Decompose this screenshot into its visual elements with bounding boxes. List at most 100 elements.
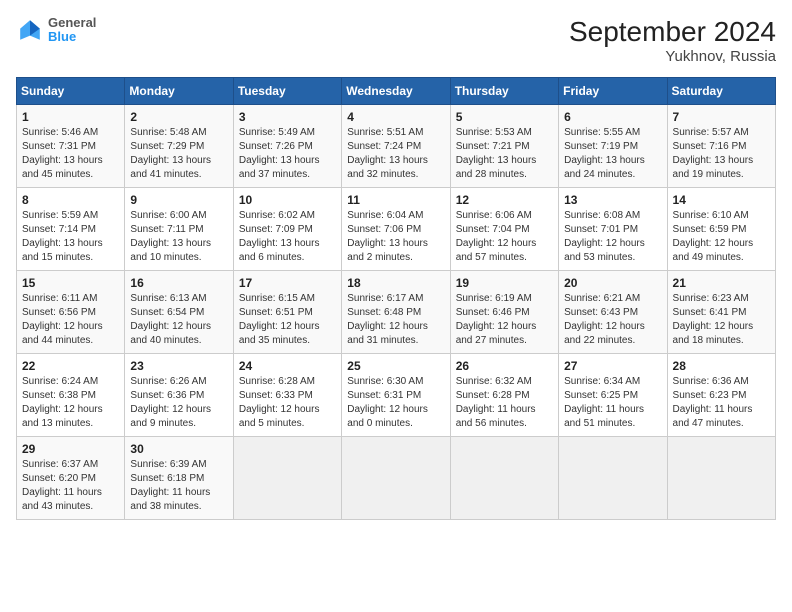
calendar-cell: 20Sunrise: 6:21 AMSunset: 6:43 PMDayligh… [559, 271, 667, 354]
header-cell-friday: Friday [559, 78, 667, 105]
day-number: 22 [22, 359, 119, 373]
day-info: Sunrise: 6:26 AMSunset: 6:36 PMDaylight:… [130, 375, 227, 431]
day-info: Sunrise: 5:57 AMSunset: 7:16 PMDaylight:… [673, 126, 770, 182]
day-number: 9 [130, 193, 227, 207]
day-number: 14 [673, 193, 770, 207]
page-subtitle: Yukhnov, Russia [569, 48, 776, 65]
day-number: 13 [564, 193, 661, 207]
day-number: 19 [456, 276, 553, 290]
day-info: Sunrise: 6:32 AMSunset: 6:28 PMDaylight:… [456, 375, 553, 431]
day-number: 18 [347, 276, 444, 290]
day-info: Sunrise: 6:19 AMSunset: 6:46 PMDaylight:… [456, 292, 553, 348]
calendar-cell: 29Sunrise: 6:37 AMSunset: 6:20 PMDayligh… [17, 437, 125, 520]
day-info: Sunrise: 6:08 AMSunset: 7:01 PMDaylight:… [564, 209, 661, 265]
day-info: Sunrise: 6:17 AMSunset: 6:48 PMDaylight:… [347, 292, 444, 348]
day-info: Sunrise: 5:53 AMSunset: 7:21 PMDaylight:… [456, 126, 553, 182]
calendar-cell: 11 Sunrise: 6:04 AMSunset: 7:06 PMDayligh… [342, 188, 450, 271]
calendar-cell: 7 Sunrise: 5:57 AMSunset: 7:16 PMDaylight… [667, 105, 775, 188]
calendar-cell: 12 Sunrise: 6:06 AMSunset: 7:04 PMDayligh… [450, 188, 558, 271]
day-info: Sunrise: 5:49 AMSunset: 7:26 PMDaylight:… [239, 126, 336, 182]
day-number: 12 [456, 193, 553, 207]
title-block: September 2024 Yukhnov, Russia [569, 16, 776, 65]
day-number: 17 [239, 276, 336, 290]
day-info: Sunrise: 6:39 AMSunset: 6:18 PMDaylight:… [130, 458, 227, 514]
day-info: Sunrise: 6:06 AMSunset: 7:04 PMDaylight:… [456, 209, 553, 265]
header-cell-monday: Monday [125, 78, 233, 105]
day-number: 7 [673, 110, 770, 124]
calendar-cell: 9 Sunrise: 6:00 AMSunset: 7:11 PMDaylight… [125, 188, 233, 271]
calendar-row: 1Sunrise: 5:46 AMSunset: 7:31 PMDaylight… [17, 105, 776, 188]
calendar-cell: 3 Sunrise: 5:49 AMSunset: 7:26 PMDaylight… [233, 105, 341, 188]
day-number: 24 [239, 359, 336, 373]
calendar-cell: 5Sunrise: 5:53 AMSunset: 7:21 PMDaylight… [450, 105, 558, 188]
header-row: SundayMondayTuesdayWednesdayThursdayFrid… [17, 78, 776, 105]
header-cell-thursday: Thursday [450, 78, 558, 105]
day-info: Sunrise: 6:13 AMSunset: 6:54 PMDaylight:… [130, 292, 227, 348]
calendar-cell: 27Sunrise: 6:34 AMSunset: 6:25 PMDayligh… [559, 354, 667, 437]
calendar-cell: 21 Sunrise: 6:23 AMSunset: 6:41 PMDayligh… [667, 271, 775, 354]
calendar-cell: 24 Sunrise: 6:28 AMSunset: 6:33 PMDayligh… [233, 354, 341, 437]
calendar-cell: 19 Sunrise: 6:19 AMSunset: 6:46 PMDayligh… [450, 271, 558, 354]
calendar-cell: 25 Sunrise: 6:30 AMSunset: 6:31 PMDayligh… [342, 354, 450, 437]
logo-line2: Blue [48, 30, 96, 44]
day-number: 28 [673, 359, 770, 373]
day-info: Sunrise: 5:55 AMSunset: 7:19 PMDaylight:… [564, 126, 661, 182]
calendar-cell [342, 437, 450, 520]
day-number: 4 [347, 110, 444, 124]
calendar-cell: 22 Sunrise: 6:24 AMSunset: 6:38 PMDayligh… [17, 354, 125, 437]
day-info: Sunrise: 6:15 AMSunset: 6:51 PMDaylight:… [239, 292, 336, 348]
calendar-cell: 13 Sunrise: 6:08 AMSunset: 7:01 PMDayligh… [559, 188, 667, 271]
day-info: Sunrise: 5:48 AMSunset: 7:29 PMDaylight:… [130, 126, 227, 182]
calendar-cell: 6 Sunrise: 5:55 AMSunset: 7:19 PMDaylight… [559, 105, 667, 188]
calendar-cell: 2Sunrise: 5:48 AMSunset: 7:29 PMDaylight… [125, 105, 233, 188]
day-info: Sunrise: 5:46 AMSunset: 7:31 PMDaylight:… [22, 126, 119, 182]
calendar-cell: 4Sunrise: 5:51 AMSunset: 7:24 PMDaylight… [342, 105, 450, 188]
calendar-cell [667, 437, 775, 520]
calendar-cell: 14 Sunrise: 6:10 AMSunset: 6:59 PMDayligh… [667, 188, 775, 271]
day-info: Sunrise: 6:02 AMSunset: 7:09 PMDaylight:… [239, 209, 336, 265]
header-cell-saturday: Saturday [667, 78, 775, 105]
day-info: Sunrise: 6:10 AMSunset: 6:59 PMDaylight:… [673, 209, 770, 265]
day-info: Sunrise: 5:59 AMSunset: 7:14 PMDaylight:… [22, 209, 119, 265]
header-cell-sunday: Sunday [17, 78, 125, 105]
logo-line1: General [48, 16, 96, 30]
calendar-cell: 15Sunrise: 6:11 AMSunset: 6:56 PMDayligh… [17, 271, 125, 354]
calendar-cell [233, 437, 341, 520]
day-info: Sunrise: 6:24 AMSunset: 6:38 PMDaylight:… [22, 375, 119, 431]
day-number: 21 [673, 276, 770, 290]
day-info: Sunrise: 6:00 AMSunset: 7:11 PMDaylight:… [130, 209, 227, 265]
day-info: Sunrise: 6:23 AMSunset: 6:41 PMDaylight:… [673, 292, 770, 348]
calendar-cell [450, 437, 558, 520]
calendar-cell: 17 Sunrise: 6:15 AMSunset: 6:51 PMDayligh… [233, 271, 341, 354]
calendar-cell: 23 Sunrise: 6:26 AMSunset: 6:36 PMDayligh… [125, 354, 233, 437]
day-info: Sunrise: 6:28 AMSunset: 6:33 PMDaylight:… [239, 375, 336, 431]
day-number: 3 [239, 110, 336, 124]
logo-icon [16, 16, 44, 44]
header-cell-wednesday: Wednesday [342, 78, 450, 105]
day-number: 8 [22, 193, 119, 207]
day-number: 11 [347, 193, 444, 207]
day-number: 25 [347, 359, 444, 373]
calendar-cell: 26 Sunrise: 6:32 AMSunset: 6:28 PMDayligh… [450, 354, 558, 437]
day-number: 16 [130, 276, 227, 290]
calendar-body: 1Sunrise: 5:46 AMSunset: 7:31 PMDaylight… [17, 105, 776, 520]
calendar-cell: 8 Sunrise: 5:59 AMSunset: 7:14 PMDaylight… [17, 188, 125, 271]
calendar-cell: 28Sunrise: 6:36 AMSunset: 6:23 PMDayligh… [667, 354, 775, 437]
page-title: September 2024 [569, 16, 776, 48]
logo: General Blue [16, 16, 96, 45]
day-number: 26 [456, 359, 553, 373]
page-header: General Blue September 2024 Yukhnov, Rus… [16, 16, 776, 65]
day-number: 30 [130, 442, 227, 456]
day-info: Sunrise: 6:34 AMSunset: 6:25 PMDaylight:… [564, 375, 661, 431]
day-number: 10 [239, 193, 336, 207]
calendar-row: 8 Sunrise: 5:59 AMSunset: 7:14 PMDaylight… [17, 188, 776, 271]
day-info: Sunrise: 6:04 AMSunset: 7:06 PMDaylight:… [347, 209, 444, 265]
day-number: 23 [130, 359, 227, 373]
calendar-cell [559, 437, 667, 520]
calendar-row: 29Sunrise: 6:37 AMSunset: 6:20 PMDayligh… [17, 437, 776, 520]
calendar-row: 15Sunrise: 6:11 AMSunset: 6:56 PMDayligh… [17, 271, 776, 354]
calendar-cell: 18 Sunrise: 6:17 AMSunset: 6:48 PMDayligh… [342, 271, 450, 354]
day-info: Sunrise: 6:30 AMSunset: 6:31 PMDaylight:… [347, 375, 444, 431]
day-number: 6 [564, 110, 661, 124]
calendar-cell: 1Sunrise: 5:46 AMSunset: 7:31 PMDaylight… [17, 105, 125, 188]
